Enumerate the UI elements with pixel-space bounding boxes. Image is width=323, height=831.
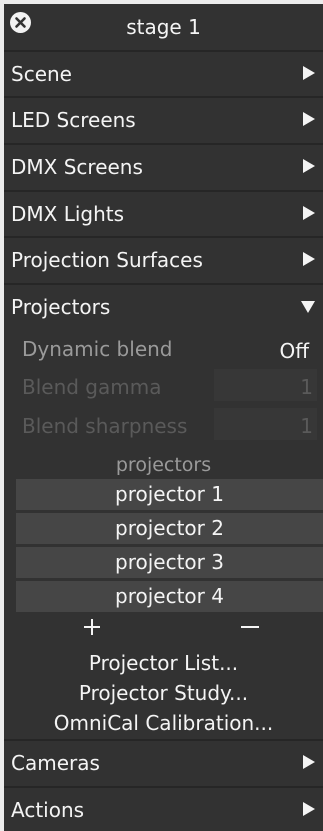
- triangle-right-icon: [303, 802, 315, 816]
- section-label: DMX Lights: [11, 202, 125, 226]
- list-item-projector-2[interactable]: projector 2: [16, 513, 323, 544]
- section-actions[interactable]: Actions: [4, 786, 323, 831]
- triangle-right-icon: [303, 112, 315, 126]
- section-label: Scene: [11, 62, 72, 86]
- remove-projector-button[interactable]: [238, 615, 262, 639]
- section-cameras[interactable]: Cameras: [4, 739, 323, 784]
- section-label: Projection Surfaces: [11, 248, 203, 272]
- triangle-right-icon: [303, 755, 315, 769]
- plus-icon: [84, 619, 100, 635]
- add-projector-button[interactable]: [80, 615, 104, 639]
- list-item-projector-1[interactable]: projector 1: [16, 479, 323, 510]
- section-led-screens[interactable]: LED Screens: [4, 96, 323, 141]
- inspector-panel: stage 1 Scene LED Screens DMX Screens DM…: [0, 0, 323, 831]
- blend-gamma-value: 1: [300, 375, 313, 399]
- section-dmx-screens[interactable]: DMX Screens: [4, 143, 323, 188]
- list-item-label: projector 4: [115, 584, 224, 608]
- section-label: Projectors: [11, 295, 111, 319]
- blend-gamma-label: Blend gamma: [22, 375, 162, 399]
- projector-study-link[interactable]: Projector Study...: [4, 681, 323, 705]
- triangle-right-icon: [303, 252, 315, 266]
- dynamic-blend-toggle[interactable]: Off: [279, 340, 309, 362]
- title-bar: stage 1: [4, 4, 323, 46]
- section-scene[interactable]: Scene: [4, 50, 323, 95]
- projector-list-link[interactable]: Projector List...: [4, 651, 323, 675]
- triangle-right-icon: [303, 159, 315, 173]
- section-projectors[interactable]: Projectors: [4, 283, 323, 328]
- section-label: DMX Screens: [11, 155, 143, 179]
- blend-sharpness-value: 1: [300, 414, 313, 438]
- list-item-projector-4[interactable]: projector 4: [16, 581, 323, 612]
- dynamic-blend-label: Dynamic blend: [22, 337, 173, 361]
- projectors-list-header: projectors: [115, 454, 212, 476]
- section-label: LED Screens: [11, 108, 136, 132]
- list-item-label: projector 2: [115, 516, 224, 540]
- triangle-right-icon: [303, 206, 315, 220]
- triangle-right-icon: [303, 66, 315, 80]
- list-item-label: projector 3: [115, 550, 224, 574]
- blend-sharpness-label: Blend sharpness: [22, 414, 188, 438]
- section-dmx-lights[interactable]: DMX Lights: [4, 190, 323, 235]
- panel-body: stage 1 Scene LED Screens DMX Screens DM…: [4, 4, 323, 831]
- list-item-label: projector 1: [115, 482, 224, 506]
- triangle-down-icon: [301, 301, 315, 313]
- section-projection-surfaces[interactable]: Projection Surfaces: [4, 236, 323, 281]
- minus-icon: [241, 626, 259, 628]
- section-label: Actions: [11, 798, 85, 822]
- list-item-projector-3[interactable]: projector 3: [16, 547, 323, 578]
- section-label: Cameras: [11, 751, 100, 775]
- omnical-calibration-link[interactable]: OmniCal Calibration...: [4, 711, 323, 735]
- panel-title: stage 1: [126, 15, 201, 39]
